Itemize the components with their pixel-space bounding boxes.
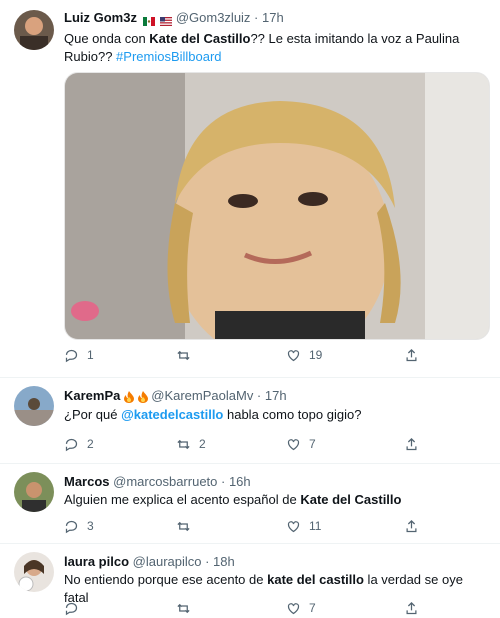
reply-button[interactable]: 2 xyxy=(64,435,94,453)
avatar[interactable] xyxy=(14,386,54,426)
like-button[interactable]: 11 xyxy=(286,517,321,535)
like-count: 11 xyxy=(309,519,322,533)
reply-button[interactable]: 1 xyxy=(64,346,94,364)
author-name[interactable]: Luiz Gom3z xyxy=(64,10,137,25)
author-handle[interactable]: @marcosbarrueto · 16h xyxy=(113,474,250,489)
share-icon xyxy=(406,519,417,532)
tweet-header: Luiz Gom3z @Gom3zluiz · 17h xyxy=(64,10,284,27)
like-count: 19 xyxy=(309,348,323,362)
share-icon xyxy=(406,601,417,614)
like-icon xyxy=(287,520,300,532)
reply-count: 2 xyxy=(87,437,94,451)
reply-icon xyxy=(65,349,78,362)
author-name[interactable]: laura pilco xyxy=(64,554,129,569)
retweet-icon xyxy=(177,603,190,613)
hashtag-link[interactable]: #PremiosBillboard xyxy=(116,49,222,64)
reply-icon xyxy=(65,520,78,533)
reply-button[interactable]: 3 xyxy=(64,517,94,535)
tweet[interactable]: Luiz Gom3z @Gom3zluiz · 17h Que onda con… xyxy=(0,0,500,378)
reply-icon xyxy=(65,438,78,451)
like-icon xyxy=(287,349,300,361)
author-handle[interactable]: @Gom3zluiz · 17h xyxy=(176,10,284,25)
share-button[interactable] xyxy=(404,517,419,535)
tweet-actions: 1 19 xyxy=(64,346,424,364)
like-button[interactable]: 7 xyxy=(286,599,316,617)
share-button[interactable] xyxy=(404,346,419,364)
like-icon xyxy=(287,438,300,450)
like-count: 7 xyxy=(309,437,316,451)
tweet-text: ¿Por qué @katedelcastillo habla como top… xyxy=(64,407,362,422)
highlight-name: kate del castillo xyxy=(267,572,364,587)
retweet-button[interactable] xyxy=(176,517,199,535)
avatar[interactable] xyxy=(14,472,54,512)
reply-icon xyxy=(65,602,78,615)
highlight-name: Kate del Castillo xyxy=(300,492,402,507)
tweet-header: Marcos @marcosbarrueto · 16h xyxy=(64,474,251,489)
retweet-button[interactable] xyxy=(176,599,199,617)
like-button[interactable]: 7 xyxy=(286,435,316,453)
tweet[interactable]: Marcos @marcosbarrueto · 16h Alguien me … xyxy=(0,464,500,544)
mention-link[interactable]: @katedelcastillo xyxy=(121,407,223,422)
author-name[interactable]: Marcos xyxy=(64,474,110,489)
tweet[interactable]: KaremPa @KaremPaolaMv · 17h ¿Por qué @ka… xyxy=(0,378,500,464)
retweet-button[interactable] xyxy=(176,346,199,364)
share-icon xyxy=(406,348,417,361)
tweet-text: Que onda con Kate del Castillo?? Le esta… xyxy=(64,31,460,64)
like-button[interactable]: 19 xyxy=(286,346,322,364)
author-handle[interactable]: @KaremPaolaMv · 17h xyxy=(151,388,286,403)
share-icon xyxy=(406,437,417,450)
retweet-icon xyxy=(177,439,190,449)
retweet-icon xyxy=(177,350,190,360)
tweet-text: Alguien me explica el acento español de … xyxy=(64,492,402,507)
share-button[interactable] xyxy=(404,599,419,617)
retweet-icon xyxy=(177,521,190,531)
mexico-flag-icon xyxy=(142,14,155,27)
author-name[interactable]: KaremPa xyxy=(64,388,120,403)
reply-count: 1 xyxy=(87,348,94,362)
retweet-count: 2 xyxy=(199,437,206,451)
tweet[interactable]: laura pilco @laurapilco · 18h No entiend… xyxy=(0,544,500,618)
tweet-header: laura pilco @laurapilco · 18h xyxy=(64,554,235,569)
reply-count: 3 xyxy=(87,519,94,533)
reply-button[interactable] xyxy=(64,599,87,617)
retweet-button[interactable]: 2 xyxy=(176,435,206,453)
usa-flag-icon xyxy=(160,14,173,27)
avatar[interactable] xyxy=(14,552,54,592)
highlight-name: Kate del Castillo xyxy=(149,31,251,46)
like-count: 7 xyxy=(309,601,316,615)
tweet-header: KaremPa @KaremPaolaMv · 17h xyxy=(64,388,287,403)
fire-icon xyxy=(137,390,148,403)
tweet-photo[interactable] xyxy=(64,72,490,340)
like-icon xyxy=(287,602,300,614)
avatar[interactable] xyxy=(14,10,54,50)
tweet-actions: 2 2 7 xyxy=(64,435,424,453)
tweet-actions: 3 11 xyxy=(64,517,424,535)
author-handle[interactable]: @laurapilco · 18h xyxy=(133,554,235,569)
tweet-actions: 7 xyxy=(64,599,424,617)
fire-icon xyxy=(124,390,134,403)
share-button[interactable] xyxy=(404,435,419,453)
